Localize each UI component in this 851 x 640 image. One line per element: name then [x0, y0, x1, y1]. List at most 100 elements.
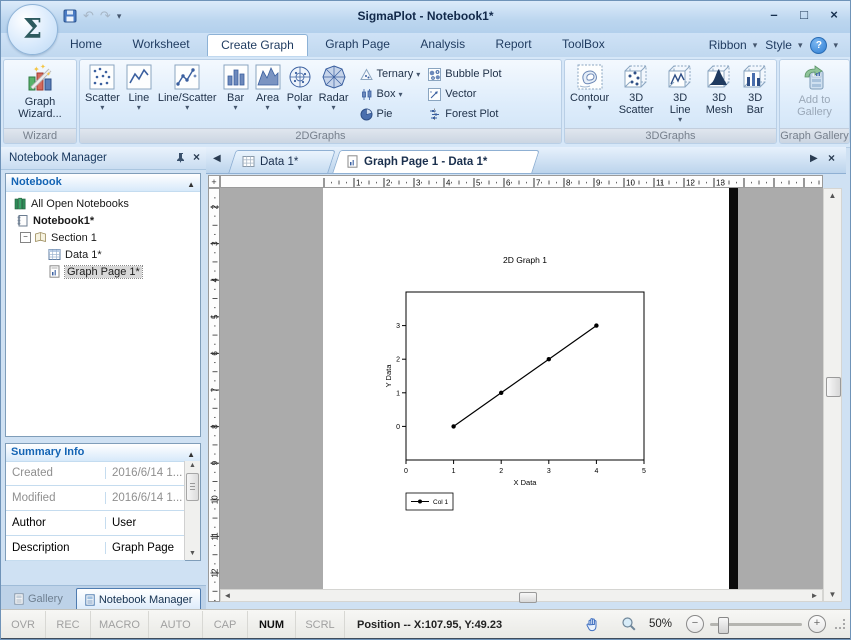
area-dropdown-icon[interactable]: ▾: [266, 104, 270, 111]
toggle-auto[interactable]: AUTO: [149, 611, 203, 639]
tree-item-all-open-notebooks[interactable]: All Open Notebooks: [6, 195, 200, 212]
tab-report[interactable]: Report: [483, 33, 545, 56]
graph-chart[interactable]: 2D Graph 10123450123X DataY DataCol 1: [323, 188, 729, 589]
zoom-slider[interactable]: [710, 623, 802, 626]
close-button[interactable]: ×: [824, 6, 844, 24]
panel-close-icon[interactable]: ×: [193, 150, 200, 164]
scroll-down-icon[interactable]: ▼: [824, 588, 841, 601]
tab-analysis[interactable]: Analysis: [407, 33, 478, 56]
style-menu[interactable]: Style: [765, 38, 792, 52]
ribbon-menu-dropdown-icon[interactable]: ▾: [753, 40, 758, 51]
bar-dropdown-icon[interactable]: ▾: [234, 104, 238, 111]
3d-line-button[interactable]: 3D Line ▾: [660, 62, 700, 123]
app-menu-button[interactable]: Σ: [7, 4, 58, 55]
horizontal-ruler: 12345678910111213: [220, 175, 823, 188]
scroll-right-icon[interactable]: ►: [808, 591, 821, 600]
line-button[interactable]: Line ▾: [123, 62, 155, 111]
maximize-button[interactable]: □: [794, 6, 814, 24]
notebook-icon: [16, 214, 29, 227]
contour-button[interactable]: Contour ▾: [567, 62, 612, 111]
zoom-slider-thumb[interactable]: [718, 617, 729, 634]
help-dropdown-icon[interactable]: ▾: [833, 40, 838, 51]
toggle-scrl[interactable]: SCRL: [296, 611, 345, 639]
summary-scrollbar[interactable]: ▲ ▼: [184, 461, 200, 560]
footer-tab-gallery[interactable]: Gallery: [5, 587, 72, 610]
3d-bar-button[interactable]: 3D Bar: [738, 62, 772, 116]
3d-scatter-button[interactable]: 3D Scatter: [612, 62, 660, 116]
collapse-notebook-icon[interactable]: ▲: [187, 176, 195, 193]
contour-dropdown-icon[interactable]: ▾: [588, 104, 592, 111]
summary-value[interactable]: 2016/6/14 1...: [106, 492, 182, 504]
line-scatter-button[interactable]: Line/Scatter ▾: [155, 62, 220, 111]
pan-hand-icon[interactable]: [584, 616, 601, 633]
tree-item-notebook1[interactable]: Notebook1*: [6, 212, 200, 229]
bubble-plot-button[interactable]: Bubble Plot: [428, 64, 501, 84]
scroll-down-icon[interactable]: ▼: [185, 549, 200, 559]
zoom-magnifier-icon[interactable]: [621, 616, 637, 632]
scatter-button[interactable]: Scatter ▾: [82, 62, 123, 111]
pin-icon[interactable]: [175, 152, 186, 163]
scroll-up-icon[interactable]: ▲: [824, 189, 841, 202]
tab-scroll-right-icon[interactable]: ▶: [810, 153, 818, 164]
tab-home[interactable]: Home: [57, 33, 115, 56]
notebook-section-header[interactable]: Notebook ▲: [6, 174, 200, 192]
tab-scroll-left-icon[interactable]: ◀: [213, 153, 221, 164]
radar-dropdown-icon[interactable]: ▾: [332, 104, 336, 111]
tree-item-section1[interactable]: − Section 1: [6, 229, 200, 246]
tree-expander-icon[interactable]: −: [20, 232, 31, 243]
toggle-num[interactable]: NUM: [248, 611, 296, 639]
polar-button[interactable]: Polar ▾: [284, 62, 316, 111]
doc-tab-data1[interactable]: Data 1*: [232, 150, 332, 173]
area-button[interactable]: Area ▾: [252, 62, 284, 111]
forest-plot-label: Forest Plot: [445, 108, 498, 120]
forest-plot-button[interactable]: Forest Plot: [428, 104, 501, 124]
line-dropdown-icon[interactable]: ▾: [137, 104, 141, 111]
vertical-scrollbar[interactable]: ▲ ▼: [823, 188, 842, 602]
resize-grip[interactable]: [834, 618, 846, 630]
toggle-macro[interactable]: MACRO: [91, 611, 149, 639]
line-scatter-dropdown-icon[interactable]: ▾: [185, 104, 189, 111]
horizontal-scrollbar[interactable]: ◄ ►: [220, 589, 823, 602]
graph-wizard-button[interactable]: ✦ ✦ ✦ Graph Wizard...: [11, 62, 69, 120]
minimize-button[interactable]: –: [764, 6, 784, 24]
h-scroll-thumb[interactable]: [519, 592, 537, 603]
graph-page-canvas[interactable]: 2D Graph 10123450123X DataY DataCol 1: [323, 188, 729, 589]
tree-item-data1[interactable]: Data 1*: [6, 246, 200, 263]
summary-info-header[interactable]: Summary Info ▲: [6, 444, 200, 462]
tab-worksheet[interactable]: Worksheet: [119, 33, 202, 56]
tab-create-graph[interactable]: Create Graph: [207, 34, 308, 56]
summary-value[interactable]: Graph Page: [106, 542, 174, 554]
summary-scroll-thumb[interactable]: [186, 473, 199, 501]
pie-button[interactable]: Pie: [360, 104, 421, 124]
3d-line-dropdown-icon[interactable]: ▾: [678, 116, 682, 123]
3d-mesh-button[interactable]: 3D Mesh: [700, 62, 738, 116]
ribbon-menu[interactable]: Ribbon: [709, 38, 747, 52]
scroll-left-icon[interactable]: ◄: [221, 591, 234, 600]
radar-button[interactable]: Radar ▾: [316, 62, 352, 111]
footer-tab-notebook-manager[interactable]: Notebook Manager: [76, 588, 202, 610]
scatter-dropdown-icon[interactable]: ▾: [100, 104, 104, 111]
zoom-in-button[interactable]: +: [808, 615, 826, 633]
summary-value[interactable]: 2016/6/14 1...: [106, 467, 182, 479]
zoom-out-button[interactable]: −: [686, 615, 704, 633]
toggle-rec[interactable]: REC: [46, 611, 91, 639]
tab-toolbox[interactable]: ToolBox: [549, 33, 618, 56]
v-scroll-thumb[interactable]: [826, 377, 841, 397]
vector-button[interactable]: x Vector: [428, 84, 501, 104]
tree-item-graph-page1[interactable]: Graph Page 1*: [6, 263, 200, 280]
summary-value[interactable]: User: [106, 517, 136, 529]
add-to-gallery-button[interactable]: Add to Gallery: [788, 62, 842, 118]
scroll-up-icon[interactable]: ▲: [185, 461, 200, 471]
ternary-button[interactable]: Ternary ▾: [360, 64, 421, 84]
toggle-ovr[interactable]: OVR: [1, 611, 46, 639]
box-plot-button[interactable]: Box ▾: [360, 84, 421, 104]
doc-tab-graph-page1[interactable]: Graph Page 1 - Data 1*: [336, 150, 536, 173]
style-menu-dropdown-icon[interactable]: ▾: [798, 40, 803, 51]
ruler-origin-button[interactable]: +: [208, 175, 220, 188]
tab-graph-page[interactable]: Graph Page: [312, 33, 403, 56]
bar-button[interactable]: Bar ▾: [220, 62, 252, 111]
doc-close-icon[interactable]: ×: [828, 151, 835, 165]
polar-dropdown-icon[interactable]: ▾: [298, 104, 302, 111]
help-icon[interactable]: ?: [810, 37, 827, 54]
toggle-cap[interactable]: CAP: [203, 611, 248, 639]
